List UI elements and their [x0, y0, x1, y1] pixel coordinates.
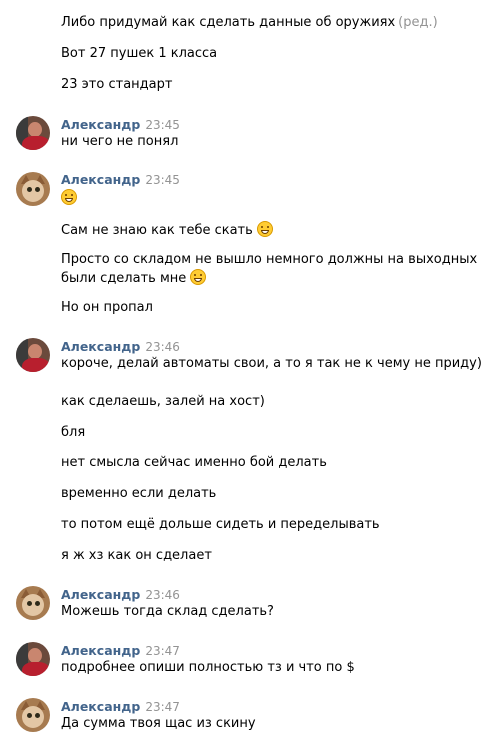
grinning-face-icon	[256, 221, 273, 237]
message-header: Александр 23:47	[61, 643, 180, 659]
message-text	[61, 189, 77, 207]
message-time[interactable]: 23:45	[145, 118, 180, 132]
message-body: Либо придумай как сделать данные об оруж…	[61, 15, 396, 30]
message-text: короче, делай автоматы свои, а то я так …	[61, 356, 482, 371]
edited-mark[interactable]: (ред.)	[398, 15, 438, 30]
message-time[interactable]: 23:45	[145, 173, 180, 187]
author-name[interactable]: Александр	[61, 587, 140, 602]
message-text: нет смысла сейчас именно бой делать	[61, 455, 327, 470]
message-text: подробнее опиши полностью тз и что по $	[61, 660, 355, 675]
grinning-face-icon	[61, 189, 77, 205]
message-header: Александр 23:46	[61, 339, 180, 355]
message-text: 23 это стандарт	[61, 77, 173, 92]
message-text: я ж хз как он сделает	[61, 548, 212, 563]
avatar[interactable]	[16, 172, 50, 206]
avatar[interactable]	[16, 586, 50, 620]
message-text: ни чего не понял	[61, 134, 179, 149]
message-header: Александр 23:45	[61, 172, 180, 188]
avatar[interactable]	[16, 698, 50, 732]
message-text: Сам не знаю как тебе скать	[61, 221, 273, 239]
author-name[interactable]: Александр	[61, 117, 140, 132]
grinning-face-icon	[190, 269, 207, 285]
message-text: временно если делать	[61, 486, 217, 501]
message-text: бля	[61, 425, 86, 440]
message-time[interactable]: 23:47	[145, 700, 180, 714]
avatar[interactable]	[16, 642, 50, 676]
message-header: Александр 23:45	[61, 117, 180, 133]
message-text: как сделаешь, залей на хост)	[61, 394, 265, 409]
message-text: то потом ещё дольше сидеть и переделыват…	[61, 517, 380, 532]
message-header: Александр 23:46	[61, 587, 180, 603]
message-time[interactable]: 23:47	[145, 644, 180, 658]
message-text: Либо придумай как сделать данные об оруж…	[61, 15, 438, 31]
message-text: были сделать мне	[61, 269, 207, 287]
message-time[interactable]: 23:46	[145, 340, 180, 354]
message-header: Александр 23:47	[61, 699, 180, 715]
message-text: Но он пропал	[61, 300, 153, 315]
avatar[interactable]	[16, 338, 50, 372]
message-text: Вот 27 пушек 1 класса	[61, 46, 218, 61]
author-name[interactable]: Александр	[61, 643, 140, 658]
author-name[interactable]: Александр	[61, 699, 140, 714]
message-time[interactable]: 23:46	[145, 588, 180, 602]
message-text: Да сумма твоя щас из скину	[61, 716, 256, 731]
message-text: Просто со складом не вышло немного должн…	[61, 252, 478, 267]
message-text: Можешь тогда склад сделать?	[61, 604, 274, 619]
avatar[interactable]	[16, 116, 50, 150]
author-name[interactable]: Александр	[61, 172, 140, 187]
author-name[interactable]: Александр	[61, 339, 140, 354]
